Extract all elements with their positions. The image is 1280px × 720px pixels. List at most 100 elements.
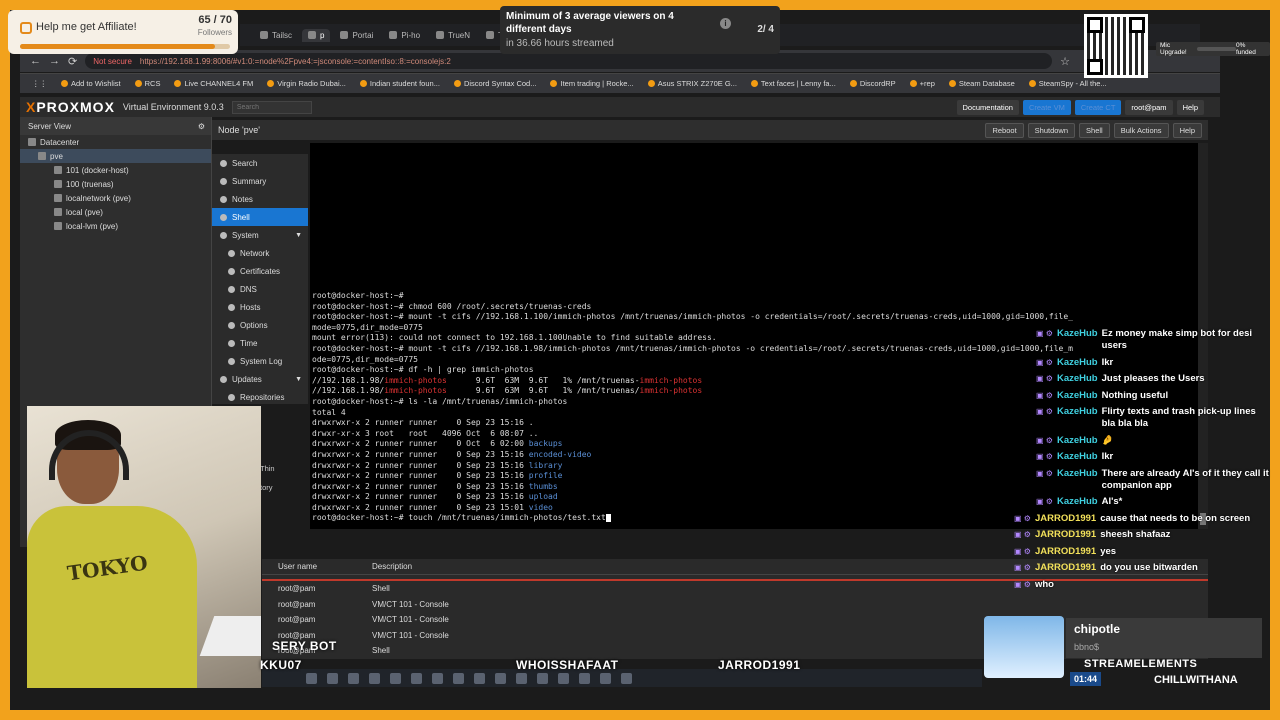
taskbar-app-icon[interactable] (306, 672, 317, 684)
terminal-text: immich-photos (384, 386, 447, 396)
tab-label: p (320, 30, 325, 40)
bookmark-item[interactable]: Discord Syntax Cod... (453, 79, 536, 88)
tree-item[interactable]: Datacenter (20, 135, 211, 149)
menu-item-dns[interactable]: DNS (212, 280, 308, 298)
tree-item[interactable]: 100 (truenas) (20, 177, 211, 191)
terminal-cursor (605, 513, 611, 522)
star-icon[interactable]: ☆ (1060, 55, 1070, 68)
chat-username: JARROD1991 (1034, 545, 1097, 557)
bookmark-item[interactable]: Asus STRIX Z270E G... (647, 79, 737, 88)
browser-tab[interactable]: p (302, 28, 331, 42)
browser-tab[interactable]: Tailsc (254, 29, 298, 42)
taskbar-app-icon[interactable] (516, 672, 527, 684)
taskbar-app-icon[interactable] (390, 672, 401, 684)
taskbar-app-icon[interactable] (369, 672, 380, 684)
column-user-name[interactable]: User name (262, 562, 372, 571)
header-button-documentation[interactable]: Documentation (956, 99, 1019, 115)
url-field[interactable]: Not secure https://192.168.1.99:8006/#v1… (85, 53, 1053, 69)
bookmark-item[interactable]: Text faces | Lenny fa... (750, 79, 836, 88)
browser-tab[interactable]: Portai (334, 29, 379, 42)
taskbar-app-icon[interactable] (432, 672, 443, 684)
menu-item-hosts[interactable]: Hosts (212, 298, 308, 316)
album-art (984, 616, 1064, 678)
taskbar-app-icon[interactable] (474, 672, 485, 684)
chevron-down-icon[interactable]: ▼ (295, 232, 302, 239)
back-arrow-icon[interactable]: ← (30, 55, 41, 67)
bookmark-item[interactable]: Steam Database (948, 79, 1015, 88)
bookmark-item[interactable]: Add to Wishlist (61, 79, 121, 88)
chat-message: ▣ ⚙ JARROD1991 do you use bitwarden (1014, 562, 1272, 574)
menu-item-system-log[interactable]: System Log (212, 352, 308, 370)
server-view-label: Server View (28, 121, 71, 131)
taskbar-app-icon[interactable] (411, 672, 422, 684)
menu-item-network[interactable]: Network (212, 244, 308, 262)
terminal-text: drwxrwxr-x 2 runner runner 0 Sep 23 15:1… (312, 449, 529, 459)
menu-item-certificates[interactable]: Certificates (212, 262, 308, 280)
header-button-create-vm[interactable]: Create VM (1022, 99, 1071, 115)
header-button-root-pam[interactable]: root@pam (1125, 99, 1173, 115)
tree-item[interactable]: 101 (docker-host) (20, 163, 211, 177)
search-input[interactable] (231, 100, 312, 114)
bookmark-item[interactable]: Virgin Radio Dubai... (267, 79, 346, 88)
chat-username: KazeHub (1056, 451, 1098, 462)
taskbar-app-icon[interactable] (558, 672, 569, 684)
viewer-goal-widget: Minimum of 3 average viewers on 4 differ… (500, 6, 780, 54)
server-view-selector[interactable]: Server View ⚙ (20, 117, 211, 135)
menu-item-updates[interactable]: Updates ▼ (212, 370, 308, 388)
tree-item-label: Datacenter (40, 137, 80, 147)
terminal-text: 9.6T 63M 9.6T 1% /mnt/truenas- (446, 375, 640, 385)
taskbar-app-icon[interactable] (348, 672, 359, 684)
menu-item-shell[interactable]: Shell (212, 208, 308, 226)
forward-arrow-icon[interactable]: → (49, 55, 60, 67)
bookmark-item[interactable]: Indian student foun... (359, 79, 440, 88)
task-description: Shell (372, 584, 390, 594)
taskbar-app-icon[interactable] (600, 672, 611, 684)
taskbar-app-icon[interactable] (327, 672, 338, 684)
chat-text: sheesh shafaaz (1100, 529, 1171, 540)
bookmark-item[interactable]: DiscordRP (849, 79, 896, 88)
chevron-down-icon[interactable]: ▼ (295, 376, 302, 383)
menu-item-icon (228, 249, 235, 257)
menu-item-time[interactable]: Time (212, 334, 308, 352)
tree-item[interactable]: local-lvm (pve) (20, 219, 211, 233)
gear-icon[interactable]: ⚙ (198, 122, 205, 131)
node-button-shell[interactable]: Shell (1079, 122, 1110, 138)
tree-item[interactable]: local (pve) (20, 205, 211, 219)
qr-code (1084, 14, 1148, 78)
menu-item-repositories[interactable]: Repositories (212, 388, 308, 406)
chat-badge-icon: ▣ ⚙ (1036, 357, 1053, 367)
node-button-bulk-actions[interactable]: Bulk Actions (1113, 122, 1169, 138)
browser-tab[interactable]: TrueN (430, 29, 476, 42)
browser-tab[interactable]: Pi-ho (383, 29, 426, 42)
bookmark-favicon-icon (453, 80, 461, 87)
taskbar-app-icon[interactable] (495, 672, 506, 684)
terminal-line: root@docker-host:~# (312, 291, 1198, 302)
bookmark-label: RCS (144, 79, 161, 88)
apps-grid-icon[interactable]: ⋮⋮ (32, 79, 47, 88)
bookmark-item[interactable]: SteamSpy - All the... (1028, 79, 1107, 88)
column-description[interactable]: Description (372, 562, 412, 571)
header-button-help[interactable]: Help (1176, 99, 1204, 115)
tree-item[interactable]: pve (20, 149, 211, 163)
taskbar-app-icon[interactable] (621, 672, 632, 684)
bookmark-item[interactable]: +rep (909, 79, 935, 88)
webcam-feed: TOKYO (27, 406, 261, 688)
menu-item-options[interactable]: Options (212, 316, 308, 334)
chat-username: KazeHub (1056, 356, 1098, 368)
node-button-reboot[interactable]: Reboot (985, 122, 1024, 138)
menu-item-summary[interactable]: Summary (212, 172, 308, 190)
reload-icon[interactable]: ⟳ (68, 55, 77, 68)
menu-item-notes[interactable]: Notes (212, 190, 308, 208)
bookmark-item[interactable]: Item trading | Rocke... (550, 79, 634, 88)
taskbar-app-icon[interactable] (537, 672, 548, 684)
bookmark-item[interactable]: Live CHANNEL4 FM (174, 79, 253, 88)
taskbar-app-icon[interactable] (453, 672, 464, 684)
node-button-shutdown[interactable]: Shutdown (1027, 122, 1076, 138)
node-button-help[interactable]: Help (1172, 122, 1202, 138)
taskbar-app-icon[interactable] (579, 672, 590, 684)
menu-item-search[interactable]: Search (212, 154, 308, 172)
menu-item-system[interactable]: System ▼ (212, 226, 308, 244)
bookmark-item[interactable]: RCS (134, 79, 161, 88)
tree-item[interactable]: localnetwork (pve) (20, 191, 211, 205)
header-button-create-ct[interactable]: Create CT (1074, 99, 1122, 115)
